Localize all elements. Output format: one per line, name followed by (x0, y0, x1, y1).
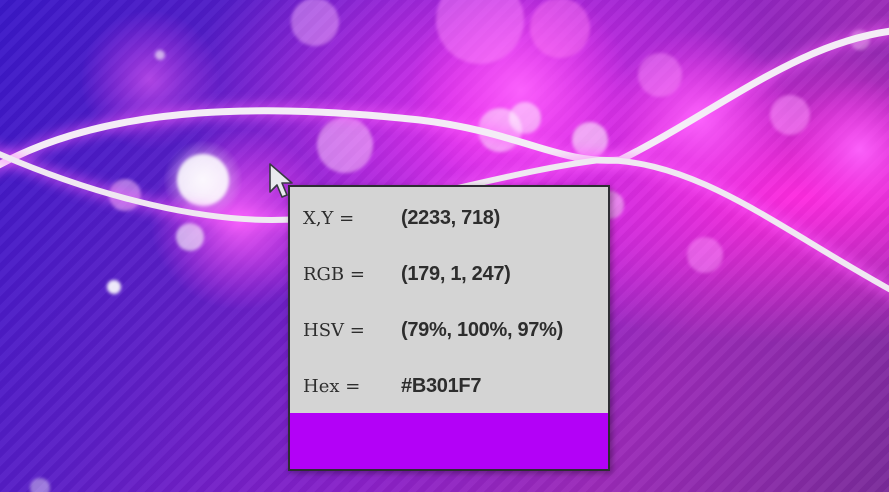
rgb-label: RGB = (303, 263, 365, 285)
rgb-row: RGB = (179, 1, 247) (303, 259, 511, 289)
arrow-cursor-icon (269, 163, 293, 198)
desktop-background: X,Y = (2233, 718) RGB = (179, 1, 247) HS… (0, 0, 889, 492)
hex-value: #B301F7 (401, 374, 482, 397)
hex-row: Hex = #B301F7 (303, 371, 481, 401)
rgb-value: (179, 1, 247) (401, 262, 511, 285)
coordinates-label: X,Y = (303, 207, 355, 229)
coordinates-row: X,Y = (2233, 718) (303, 203, 500, 233)
hsv-row: HSV = (79%, 100%, 97%) (303, 315, 563, 345)
coordinates-value: (2233, 718) (401, 206, 500, 229)
hsv-value: (79%, 100%, 97%) (401, 318, 563, 341)
hex-label: Hex = (303, 375, 361, 397)
hsv-label: HSV = (303, 319, 365, 341)
color-picker-tooltip: X,Y = (2233, 718) RGB = (179, 1, 247) HS… (288, 185, 610, 471)
color-swatch (290, 413, 608, 469)
